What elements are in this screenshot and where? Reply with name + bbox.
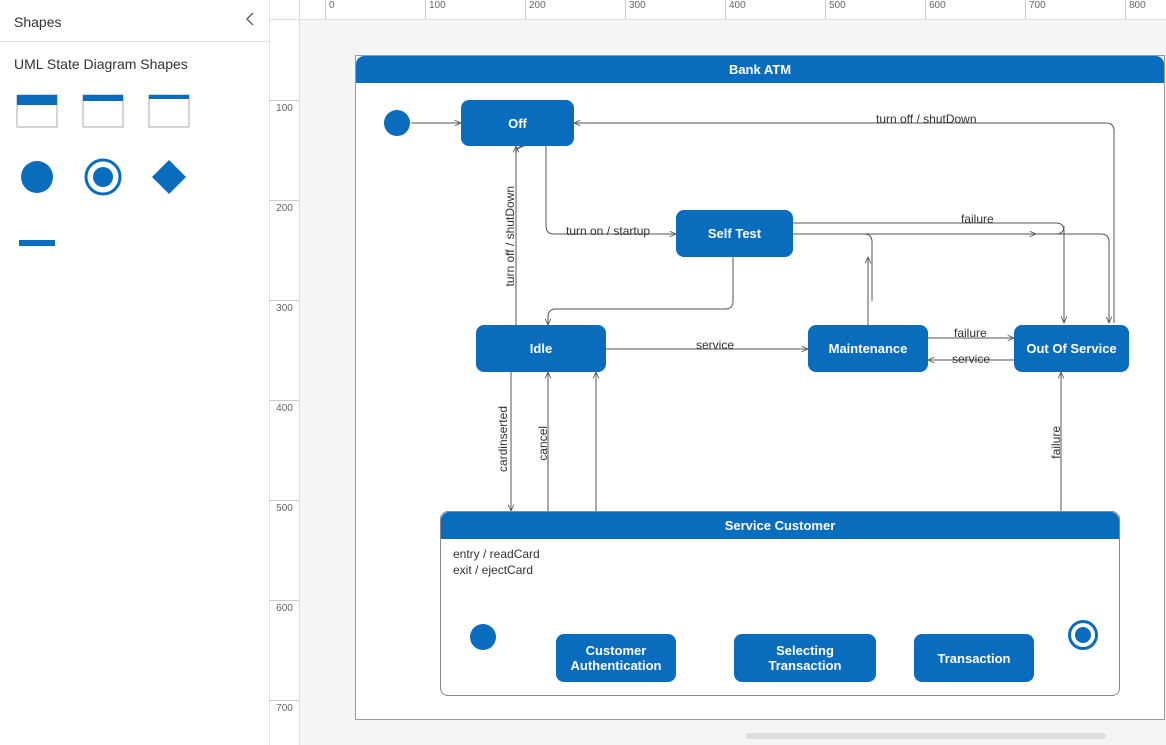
ruler-v-tick: 100 (270, 100, 299, 114)
canvas[interactable]: Bank ATM (300, 20, 1166, 745)
ruler-h-tick: 300 (625, 0, 646, 19)
state-selftest[interactable]: Self Test (676, 210, 793, 257)
shapes-panel: Shapes UML State Diagram Shapes (0, 0, 270, 745)
ruler-h-tick: 700 (1025, 0, 1046, 19)
state-idle[interactable]: Idle (476, 325, 606, 372)
ruler-v-tick: 600 (270, 600, 299, 614)
shape-state-compartment[interactable] (146, 88, 192, 134)
label-failure-top: failure (961, 212, 994, 226)
shape-initial-state[interactable] (14, 154, 60, 200)
shape-composite-state[interactable] (14, 88, 60, 134)
shape-choice[interactable] (146, 154, 192, 200)
ruler-corner (270, 0, 300, 20)
shape-final-state[interactable] (80, 154, 126, 200)
exit-action: exit / ejectCard (453, 563, 1107, 579)
shapes-panel-header: Shapes (0, 0, 269, 42)
ruler-v-tick: 300 (270, 300, 299, 314)
frame-service-customer-body: entry / readCard exit / ejectCard (441, 539, 1119, 586)
label-failure-mid: failure (954, 326, 987, 340)
final-state-service-customer[interactable] (1068, 620, 1098, 650)
ruler-v-tick: 700 (270, 700, 299, 714)
horizontal-scrollbar[interactable] (746, 733, 1106, 739)
label-cancel: cancel (536, 426, 550, 461)
ruler-horizontal: 0 100 200 300 400 500 600 700 800 (300, 0, 1166, 20)
ruler-h-tick: 100 (425, 0, 446, 19)
state-transaction[interactable]: Transaction (914, 634, 1034, 682)
initial-state-bankatm[interactable] (384, 110, 410, 136)
initial-state-service-customer[interactable] (470, 624, 496, 650)
label-turnon-startup: turn on / startup (566, 224, 650, 238)
ruler-vertical: 100 200 300 400 500 600 700 (270, 20, 300, 745)
frame-bank-atm-title: Bank ATM (356, 56, 1164, 83)
ruler-h-tick: 200 (525, 0, 546, 19)
shape-category-title: UML State Diagram Shapes (0, 42, 269, 78)
label-service-back: service (952, 352, 990, 366)
diagram-sheet[interactable]: Bank ATM (355, 55, 1165, 720)
label-service: service (696, 338, 734, 352)
ruler-h-tick: 0 (325, 0, 335, 19)
state-outofservice[interactable]: Out Of Service (1014, 325, 1129, 372)
ruler-v-tick: 200 (270, 200, 299, 214)
state-selecting-transaction[interactable]: Selecting Transaction (734, 634, 876, 682)
shapes-panel-title: Shapes (14, 14, 61, 30)
shape-simple-state[interactable] (80, 88, 126, 134)
ruler-h-tick: 600 (925, 0, 946, 19)
label-failure-right: failure (1049, 426, 1063, 459)
entry-action: entry / readCard (453, 547, 1107, 563)
state-off[interactable]: Off (461, 100, 574, 146)
ruler-h-tick: 500 (825, 0, 846, 19)
frame-service-customer-title: Service Customer (441, 512, 1119, 539)
label-cardinserted: cardinserted (496, 406, 510, 472)
label-turnoff-shutdown-left: turn off / shutDown (503, 186, 517, 287)
collapse-panel-button[interactable] (245, 12, 255, 31)
state-customer-authentication[interactable]: Customer Authentication (556, 634, 676, 682)
canvas-area: 0 100 200 300 400 500 600 700 800 100 20… (270, 0, 1166, 745)
label-turnoff-shutdown-top: turn off / shutDown (876, 112, 977, 126)
shapes-grid (0, 78, 269, 276)
app-root: Shapes UML State Diagram Shapes (0, 0, 1166, 745)
chevron-left-icon (245, 12, 255, 26)
shape-transition[interactable] (14, 220, 60, 266)
ruler-v-tick: 400 (270, 400, 299, 414)
state-maintenance[interactable]: Maintenance (808, 325, 928, 372)
ruler-v-tick: 500 (270, 500, 299, 514)
ruler-h-tick: 400 (725, 0, 746, 19)
ruler-h-tick: 800 (1125, 0, 1146, 19)
